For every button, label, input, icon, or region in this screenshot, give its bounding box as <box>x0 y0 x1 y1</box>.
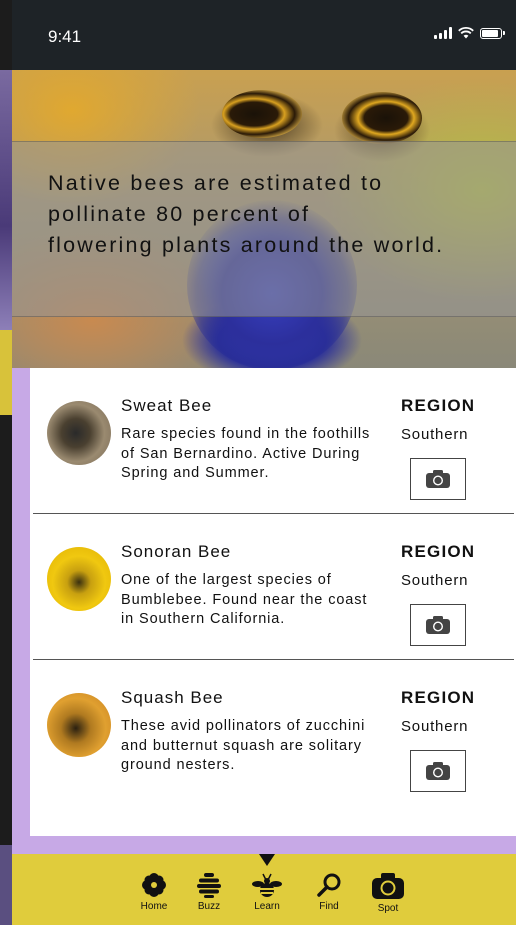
region-label: REGION <box>401 542 476 561</box>
nav-label: Buzz <box>197 901 221 912</box>
bee-name: Sweat Bee <box>121 396 213 415</box>
wifi-icon <box>458 27 474 39</box>
search-icon <box>317 873 341 897</box>
list-item[interactable]: Sonoran Bee One of the largest species o… <box>30 514 516 660</box>
flower-icon <box>142 873 166 897</box>
nav-home[interactable]: Home <box>129 872 179 912</box>
camera-icon <box>426 470 450 488</box>
nav-label: Find <box>319 901 339 912</box>
spot-camera-button[interactable] <box>410 604 466 646</box>
nav-spot[interactable]: Spot <box>363 872 413 914</box>
bee-thumbnail <box>47 693 111 757</box>
region-label: REGION <box>401 396 476 415</box>
status-bar: 9:41 <box>12 0 516 70</box>
camera-icon <box>426 762 450 780</box>
edge-band <box>0 845 12 925</box>
region-value: Southern <box>401 572 469 589</box>
list-item[interactable]: Sweat Bee Rare species found in the foot… <box>30 368 516 514</box>
status-icons <box>434 27 505 39</box>
bee-thumbnail <box>47 547 111 611</box>
camera-icon <box>426 616 450 634</box>
bee-thumbnail <box>47 401 111 465</box>
region-value: Southern <box>401 426 469 443</box>
nav-label: Learn <box>254 901 280 912</box>
nav-find[interactable]: Find <box>304 872 354 912</box>
bee-image <box>342 92 422 144</box>
region-value: Southern <box>401 718 469 735</box>
list-item[interactable]: Squash Bee These avid pollinators of zuc… <box>30 660 516 806</box>
phone-screen: 9:41 Native bees are estimated to pollin… <box>12 0 516 925</box>
nav-learn[interactable]: Learn <box>242 872 292 912</box>
nav-buzz[interactable]: Buzz <box>184 872 234 912</box>
edge-band <box>0 70 12 330</box>
bee-list: Sweat Bee Rare species found in the foot… <box>30 368 516 836</box>
bottom-nav: Home Buzz Learn Find Spot <box>12 854 516 925</box>
hive-icon <box>197 873 221 898</box>
battery-icon <box>480 27 505 39</box>
region-label: REGION <box>401 688 476 707</box>
bee-description: One of the largest species of Bumblebee.… <box>121 572 368 627</box>
bee-icon <box>252 873 282 897</box>
active-tab-indicator <box>259 854 275 866</box>
bee-name: Sonoran Bee <box>121 542 232 561</box>
camera-icon <box>372 873 404 899</box>
bee-name: Squash Bee <box>121 688 224 707</box>
bee-description: These avid pollinators of zucchini and b… <box>121 718 366 773</box>
nav-label: Home <box>140 901 168 912</box>
edge-band <box>0 330 12 415</box>
bee-description: Rare species found in the foothills of S… <box>121 426 371 481</box>
background-edge <box>0 0 12 925</box>
nav-label: Spot <box>377 903 399 914</box>
spot-camera-button[interactable] <box>410 750 466 792</box>
status-time: 9:41 <box>48 27 82 46</box>
hero-caption: Native bees are estimated to pollinate 8… <box>48 171 445 257</box>
bee-image <box>222 90 302 138</box>
spot-camera-button[interactable] <box>410 458 466 500</box>
signal-icon <box>434 27 452 39</box>
